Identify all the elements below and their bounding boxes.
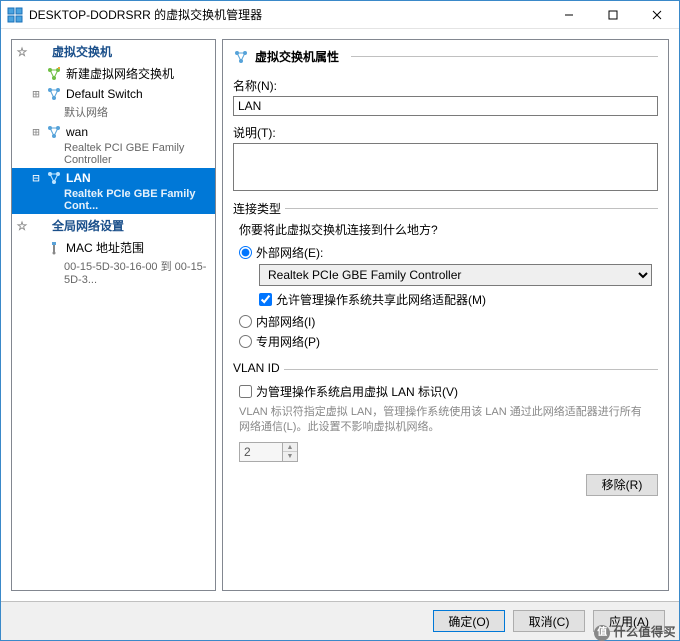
tree-header-global[interactable]: ☆ 全局网络设置 [12, 214, 215, 237]
spin-up-icon: ▲ [283, 443, 297, 452]
allow-share-checkbox-row[interactable]: 允许管理操作系统共享此网络适配器(M) [259, 291, 652, 308]
allow-share-label: 允许管理操作系统共享此网络适配器(M) [276, 291, 486, 308]
close-button[interactable] [635, 1, 679, 28]
section-title-text: 虚拟交换机属性 [255, 48, 339, 65]
titlebar: DESKTOP-DODRSRR 的虚拟交换机管理器 [1, 1, 679, 29]
description-textarea[interactable] [233, 143, 658, 191]
group-legend: 连接类型 [233, 200, 285, 217]
maximize-button[interactable] [591, 1, 635, 28]
dialog-footer: 确定(O) 取消(C) 应用(A) [1, 601, 679, 640]
tree-item-default-switch[interactable]: ⊞ Default Switch 默认网络 [12, 84, 215, 122]
tree-item-label: LAN [66, 171, 211, 185]
window-body: ☆ 虚拟交换机 新建虚拟网络交换机 ⊞ Default Switch [1, 29, 679, 601]
tree-item-sublabel: Realtek PCIe GBE Family Cont... [12, 188, 215, 214]
switch-icon [233, 49, 249, 65]
radio-internal-label: 内部网络(I) [256, 313, 315, 330]
tree-item-label: MAC 地址范围 [66, 239, 211, 256]
collapse-icon: ☆ [16, 219, 28, 233]
app-icon [7, 7, 23, 23]
virtual-switch-manager-window: DESKTOP-DODRSRR 的虚拟交换机管理器 ☆ 虚拟交换机 新建虚拟网络… [0, 0, 680, 641]
tree-header-label: 虚拟交换机 [52, 43, 112, 60]
radio-internal-input[interactable] [239, 315, 252, 328]
switch-header-icon [32, 44, 48, 60]
switch-tree[interactable]: ☆ 虚拟交换机 新建虚拟网络交换机 ⊞ Default Switch [11, 39, 216, 591]
tree-item-sublabel: 默认网络 [12, 104, 215, 122]
vlan-id-spinner: ▲ ▼ [239, 442, 298, 462]
tree-item-label: wan [66, 125, 211, 139]
new-switch-icon [46, 66, 62, 82]
spinner-buttons: ▲ ▼ [283, 442, 298, 462]
tree-item-lan[interactable]: ⊟ LAN Realtek PCIe GBE Family Cont... [12, 168, 215, 214]
expand-icon[interactable]: ⊟ [30, 171, 42, 185]
tree-item-new-vswitch[interactable]: 新建虚拟网络交换机 [12, 63, 215, 84]
tree-header-label: 全局网络设置 [52, 217, 124, 234]
tree-item-mac-range[interactable]: MAC 地址范围 00-15-5D-30-16-00 到 00-15-5D-3.… [12, 237, 215, 288]
radio-external-label: 外部网络(E): [256, 244, 323, 261]
vlan-enable-row[interactable]: 为管理操作系统启用虚拟 LAN 标识(V) [239, 383, 652, 400]
radio-external[interactable]: 外部网络(E): [239, 244, 652, 261]
window-buttons [547, 1, 679, 28]
mac-range-icon [46, 240, 62, 256]
allow-share-checkbox[interactable] [259, 293, 272, 306]
vlan-id-input [239, 442, 283, 462]
adapter-select[interactable]: Realtek PCIe GBE Family Controller [259, 264, 652, 286]
apply-button[interactable]: 应用(A) [593, 610, 665, 632]
vlan-enable-checkbox[interactable] [239, 385, 252, 398]
radio-external-input[interactable] [239, 246, 252, 259]
name-input[interactable] [233, 96, 658, 116]
radio-private-input[interactable] [239, 335, 252, 348]
radio-private[interactable]: 专用网络(P) [239, 333, 652, 350]
cancel-button[interactable]: 取消(C) [513, 610, 585, 632]
vlan-hint: VLAN 标识符指定虚拟 LAN，管理操作系统使用该 LAN 通过此网络适配器进… [239, 405, 652, 436]
switch-icon [46, 170, 62, 186]
name-label: 名称(N): [233, 77, 658, 94]
tree-item-sublabel: 00-15-5D-30-16-00 到 00-15-5D-3... [12, 258, 215, 288]
collapse-icon: ☆ [16, 45, 28, 59]
switch-icon [46, 86, 62, 102]
tree-header-vswitch[interactable]: ☆ 虚拟交换机 [12, 40, 215, 63]
radio-private-label: 专用网络(P) [256, 333, 320, 350]
group-legend: VLAN ID [233, 361, 284, 375]
tree-item-label: Default Switch [66, 87, 211, 101]
properties-panel: 虚拟交换机属性 名称(N): 说明(T): 连接类型 你要将此虚拟交换机连接到什… [222, 39, 669, 591]
radio-internal[interactable]: 内部网络(I) [239, 313, 652, 330]
spin-down-icon: ▼ [283, 452, 297, 461]
expand-icon[interactable]: ⊞ [30, 125, 42, 139]
vlan-enable-label: 为管理操作系统启用虚拟 LAN 标识(V) [256, 383, 458, 400]
tree-item-label: 新建虚拟网络交换机 [66, 65, 211, 82]
vlan-group: VLAN ID 为管理操作系统启用虚拟 LAN 标识(V) VLAN 标识符指定… [233, 369, 658, 464]
ok-button[interactable]: 确定(O) [433, 610, 505, 632]
window-title: DESKTOP-DODRSRR 的虚拟交换机管理器 [29, 6, 547, 23]
switch-icon [46, 124, 62, 140]
remove-button[interactable]: 移除(R) [586, 474, 658, 496]
connection-question: 你要将此虚拟交换机连接到什么地方? [239, 221, 652, 238]
section-title: 虚拟交换机属性 [233, 48, 658, 69]
global-header-icon [32, 218, 48, 234]
description-label: 说明(T): [233, 124, 658, 141]
tree-item-sublabel: Realtek PCI GBE Family Controller [12, 142, 215, 168]
expand-icon[interactable]: ⊞ [30, 87, 42, 101]
minimize-button[interactable] [547, 1, 591, 28]
connection-type-group: 连接类型 你要将此虚拟交换机连接到什么地方? 外部网络(E): Realtek … [233, 208, 658, 355]
tree-item-wan[interactable]: ⊞ wan Realtek PCI GBE Family Controller [12, 122, 215, 168]
